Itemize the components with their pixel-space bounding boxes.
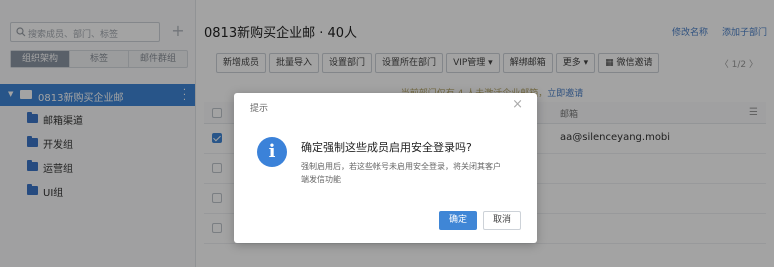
dialog-heading: 确定强制这些成员启用安全登录吗?	[301, 141, 472, 154]
dialog-description: 强制启用后，若这些帐号未启用安全登录，将关闭其客户端发信功能	[301, 162, 501, 184]
confirm-button[interactable]: 确定	[439, 211, 477, 230]
info-icon: i	[257, 137, 287, 167]
cancel-button[interactable]: 取消	[483, 211, 521, 230]
close-icon[interactable]: ×	[512, 97, 523, 112]
dialog-title: 提示	[250, 104, 269, 114]
confirm-dialog: 提示 × i 确定强制这些成员启用安全登录吗? 强制启用后，若这些帐号未启用安全…	[234, 93, 537, 243]
